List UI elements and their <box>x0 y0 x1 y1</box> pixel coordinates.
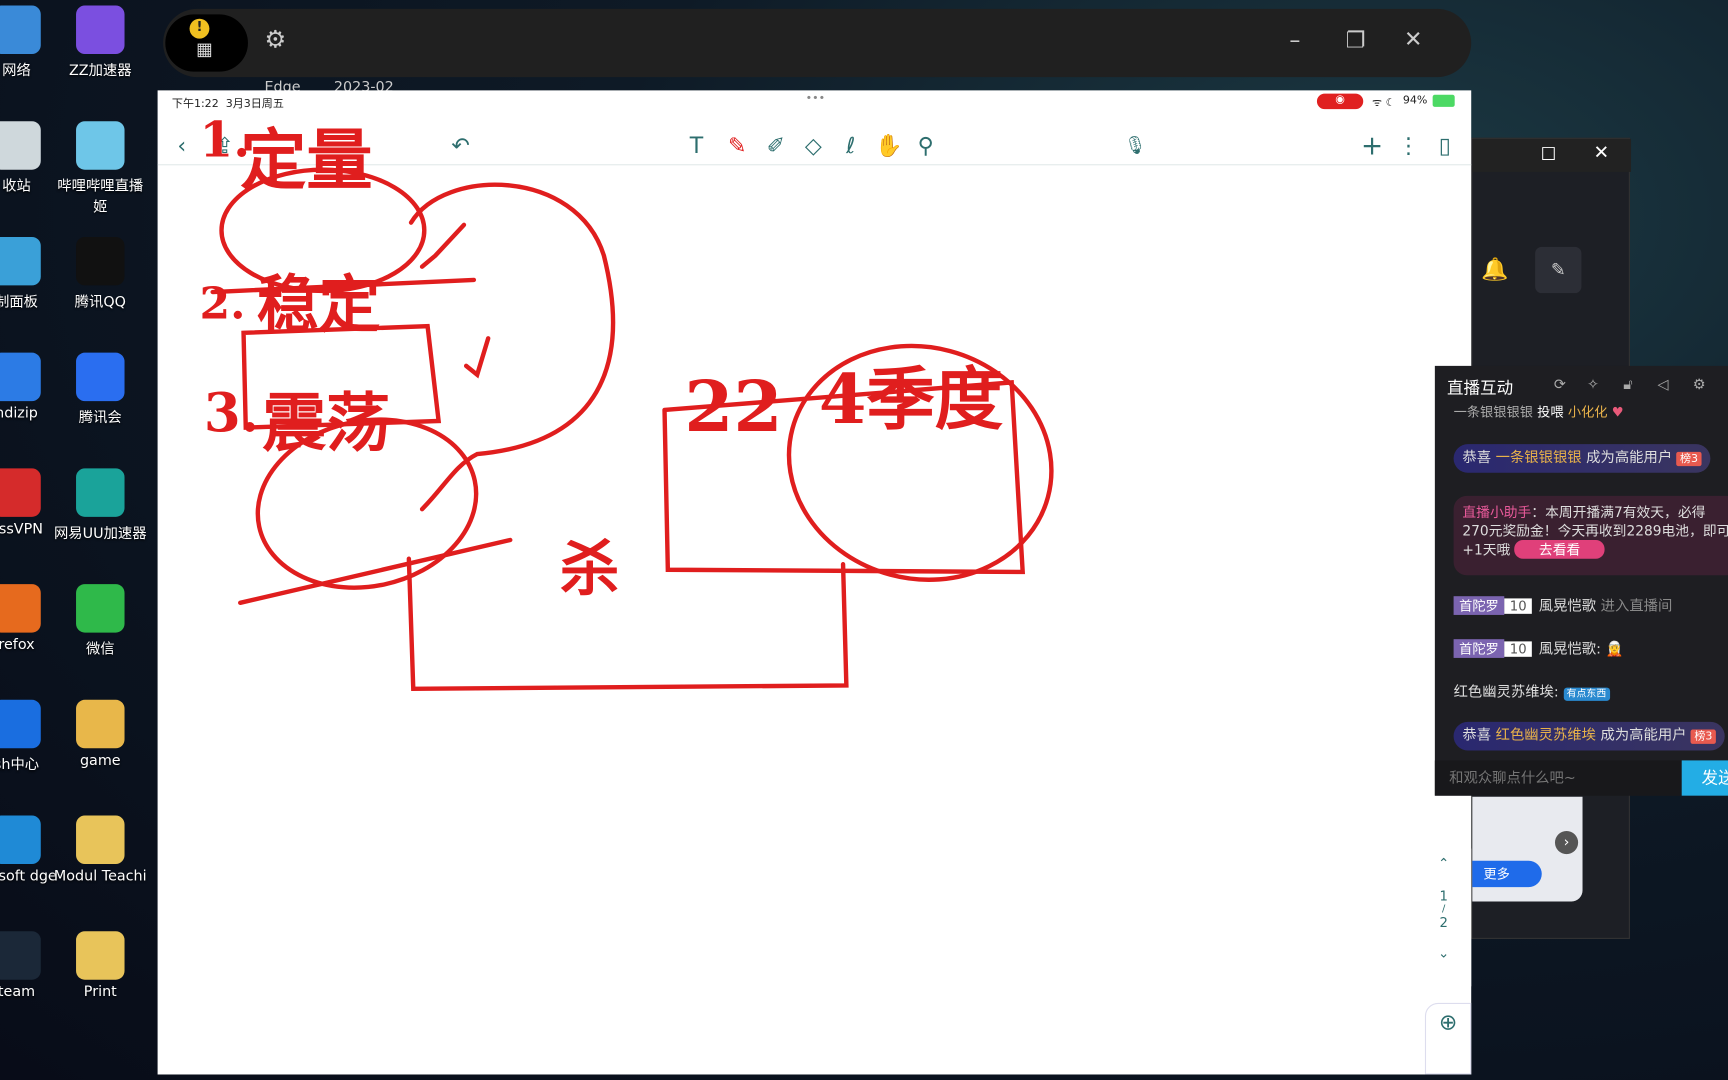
app-icon <box>0 699 41 749</box>
handwritten-note: 3. <box>203 382 260 445</box>
app-icon <box>0 584 41 633</box>
app-icon <box>0 5 41 54</box>
effects-icon[interactable]: ✧ <box>1587 377 1599 394</box>
lock-icon[interactable]: 🔓︎ <box>1623 377 1632 394</box>
app-icon <box>0 121 41 170</box>
desktop-icon[interactable]: Modul Teachi <box>51 815 150 885</box>
app-icon <box>0 931 41 980</box>
desktop-icon[interactable]: 网易UU加速器 <box>51 468 150 542</box>
apps-button[interactable]: ! ▦ <box>165 14 248 72</box>
congrats-message: 恭喜 红色幽灵苏维埃 成为高能用户 榜3 <box>1453 721 1725 751</box>
desktop-icon-label: 腾讯会 <box>78 409 122 427</box>
app-icon <box>76 931 125 980</box>
total-pages: 2 <box>1439 914 1448 931</box>
close-icon[interactable]: ✕ <box>1594 142 1610 164</box>
desktop-icon-label: ZZ加速器 <box>68 62 132 80</box>
ink-line <box>238 537 513 606</box>
mirror-titlebar: ! ▦ ⚙ – ❐ ✕ <box>163 8 1472 78</box>
app-icon <box>0 352 41 402</box>
go-see-button[interactable]: 去看看 <box>1514 539 1605 559</box>
minimize-button[interactable]: – <box>1289 26 1300 52</box>
desktop-icon-label: 网易UU加速器 <box>53 525 147 543</box>
assistant-message: 直播小助手：本周开播满7有效天，必得270元奖励金！今天再收到2289电池，即可… <box>1453 495 1728 576</box>
desktop-icon[interactable]: game <box>51 699 150 770</box>
restore-button[interactable]: ❐ <box>1346 26 1366 52</box>
handwritten-note: 4季度 <box>818 359 1004 440</box>
chat-input[interactable] <box>1434 760 1682 796</box>
grid-icon: ▦ <box>196 38 213 60</box>
app-icon <box>76 468 125 517</box>
sticker-icon: 🧝 <box>1605 641 1624 658</box>
handwritten-note: 2. <box>199 277 246 330</box>
handwritten-note: 杀 <box>559 533 620 604</box>
prev-page-button[interactable]: ⌃ <box>1416 855 1471 870</box>
app-icon <box>76 699 125 749</box>
ink-checkmark <box>419 222 467 269</box>
chat-message: 首陀罗 10 風晃恺歌: 🧝 <box>1453 637 1624 658</box>
app-icon <box>76 121 125 170</box>
chat-title: 直播互动 <box>1446 377 1514 398</box>
desktop-icon-label: 腾讯QQ <box>74 294 126 311</box>
desktop-icon-label: 微信 <box>85 641 115 658</box>
app-icon <box>0 468 41 517</box>
app-icon <box>76 5 125 54</box>
tool-icon[interactable]: ⟳ <box>1554 377 1566 394</box>
handwritten-note: 22 <box>684 365 783 449</box>
handwritten-note: 震荡 <box>262 385 391 461</box>
desktop-icon[interactable]: ZZ加速器 <box>51 5 150 80</box>
sticker: 有点东西 <box>1563 687 1610 701</box>
maximize-icon[interactable]: ☐ <box>1541 143 1557 164</box>
app-icon <box>0 236 41 286</box>
gear-icon[interactable]: ⚙ <box>264 26 286 54</box>
app-icon <box>0 815 41 864</box>
warning-icon: ! <box>189 18 210 39</box>
page-navigator: ⌃ 1 / 2 ⌄ <box>1416 848 1472 987</box>
sound-icon[interactable]: ◁ <box>1657 377 1668 394</box>
ink-canvas[interactable] <box>158 90 1472 1074</box>
current-page: 1 <box>1439 888 1448 904</box>
desktop-icon-label: 哔哩哔哩直播姬 <box>57 178 144 216</box>
send-button[interactable]: 发送 <box>1681 760 1728 796</box>
enter-message: 首陀罗 10 風晃恺歌 进入直播间 <box>1453 594 1672 615</box>
chat-message: 红色幽灵苏维埃: 有点东西 <box>1454 680 1610 701</box>
next-icon[interactable]: › <box>1554 830 1579 855</box>
handwritten-note: 定量 <box>240 122 373 200</box>
edit-icon[interactable]: ✎ <box>1535 246 1582 294</box>
more-button[interactable]: 更多 <box>1472 860 1542 888</box>
desktop-icon-label: Print <box>83 984 117 1001</box>
desktop-icon[interactable]: 微信 <box>51 584 150 658</box>
app-icon <box>76 584 125 633</box>
bell-icon[interactable]: 🔔 <box>1481 256 1508 282</box>
desktop-icon[interactable]: 哔哩哔哩直播姬 <box>51 121 150 216</box>
congrats-message: 恭喜 一条银银银银 成为高能用户 榜3 <box>1453 444 1711 473</box>
ink-box <box>406 556 849 691</box>
app-icon <box>76 815 125 864</box>
desktop-icon[interactable]: 腾讯QQ <box>51 236 150 311</box>
settings-icon[interactable]: ⚙ <box>1693 377 1706 394</box>
desktop-icon-label: game <box>79 752 121 770</box>
next-page-button[interactable]: ⌄ <box>1416 946 1471 961</box>
zoom-in-icon[interactable]: ⊕ <box>1424 1002 1472 1075</box>
app-icon <box>76 236 125 286</box>
ink-loop <box>408 182 616 512</box>
desktop-icon[interactable]: 腾讯会 <box>51 352 150 427</box>
gift-message: 一条银银银银 投喂 小化化 ♥ <box>1453 404 1624 420</box>
handwritten-note: 稳定 <box>256 268 381 342</box>
note-app: 下午1:22 3月3日周五 ••• ◉ ᯤ ☾ 94% ‹ ⇪ ↶ T ✎ ✐ … <box>157 90 1472 1075</box>
live-chat-panel: 直播互动 ⟳ ✧ 🔓︎ ◁ ⚙ 一条银银银银 投喂 小化化 ♥ 恭喜 一条银银银… <box>1434 365 1728 796</box>
page-separator: / <box>1441 903 1446 915</box>
desktop-icon[interactable]: Print <box>51 931 150 1001</box>
close-button[interactable]: ✕ <box>1404 25 1422 51</box>
ink-checkmark <box>463 336 491 379</box>
desktop-icon-label: Modul Teachi <box>53 868 147 885</box>
app-icon <box>76 352 125 402</box>
